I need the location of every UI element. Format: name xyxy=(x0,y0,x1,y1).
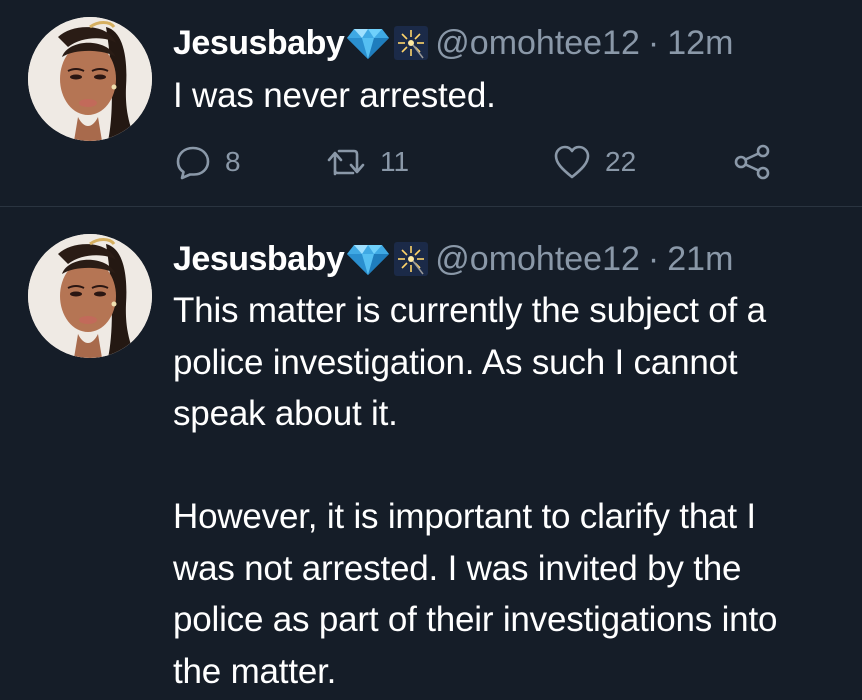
like-count: 22 xyxy=(605,146,637,177)
reply-button[interactable]: 8 xyxy=(175,140,241,184)
reply-count: 8 xyxy=(225,146,241,177)
tweet-feed: Jesusbaby @omohtee12 · 12m I was never a… xyxy=(0,0,862,700)
user-handle[interactable]: @omohtee12 xyxy=(435,236,640,282)
tweet-actions: 8 11 22 xyxy=(173,140,793,184)
separator-dot: · xyxy=(647,24,660,62)
avatar[interactable] xyxy=(28,234,152,358)
retweet-button[interactable]: 11 xyxy=(326,140,409,184)
timestamp[interactable]: 21m xyxy=(667,236,733,282)
tweet-header: Jesusbaby xyxy=(173,236,733,282)
user-handle[interactable]: @omohtee12 xyxy=(435,20,640,66)
sparkler-emoji xyxy=(394,26,429,60)
display-name[interactable]: Jesusbaby xyxy=(173,236,345,282)
gem-stone-emoji xyxy=(347,29,390,59)
separator-dot: · xyxy=(647,240,660,278)
timestamp[interactable]: 12m xyxy=(667,20,733,66)
retweet-icon xyxy=(327,149,365,176)
sparkler-emoji xyxy=(394,242,429,276)
display-name[interactable]: Jesusbaby xyxy=(173,20,345,66)
tweet-text: This matter is currently the subject of … xyxy=(173,291,778,691)
heart-icon xyxy=(554,145,590,179)
retweet-count: 11 xyxy=(380,146,410,177)
tweet-text: I was never arrested. xyxy=(173,76,496,115)
share-button[interactable] xyxy=(733,140,773,184)
tweet[interactable]: Jesusbaby xyxy=(0,0,862,206)
share-icon xyxy=(734,144,770,180)
avatar[interactable] xyxy=(28,17,152,141)
gem-stone-emoji xyxy=(347,245,390,275)
like-button[interactable]: 22 xyxy=(553,140,636,184)
reply-icon xyxy=(176,146,210,180)
tweet-header: Jesusbaby xyxy=(173,20,733,66)
tweet[interactable]: Jesusbaby xyxy=(0,207,862,700)
